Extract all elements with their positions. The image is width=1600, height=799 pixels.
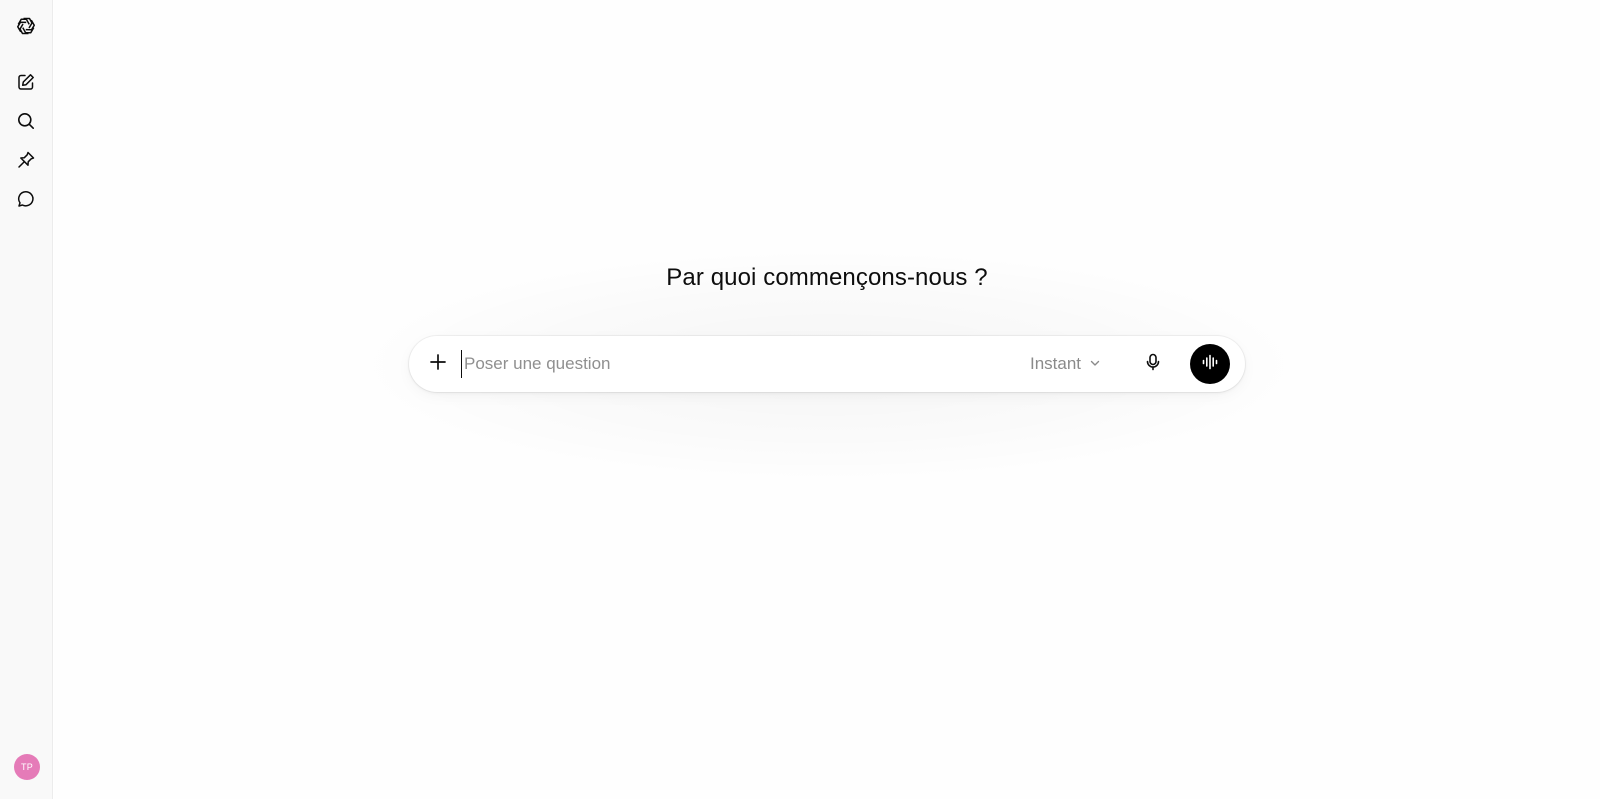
sidebar-item-search[interactable]	[8, 103, 44, 139]
voice-waveform-icon	[1200, 352, 1220, 377]
voice-mode-button[interactable]	[1190, 344, 1230, 384]
page-title: Par quoi commençons-nous ?	[666, 264, 988, 291]
sidebar-rail: TP	[0, 0, 53, 799]
search-icon	[16, 111, 36, 131]
attach-button[interactable]	[420, 346, 456, 382]
new-chat-icon	[16, 72, 36, 92]
main-content: Par quoi commençons-nous ? Instant	[54, 0, 1600, 799]
pin-icon	[16, 150, 36, 170]
composer: Instant	[409, 336, 1245, 392]
app-window: TP Par quoi commençons-nous ? Poser une …	[0, 0, 1600, 799]
avatar-initials: TP	[20, 762, 34, 772]
sidebar-item-chats[interactable]	[8, 181, 44, 217]
prompt-input[interactable]	[461, 350, 1024, 378]
model-selector-label: Instant	[1030, 354, 1082, 373]
microphone-icon	[1143, 352, 1163, 377]
model-selector[interactable]: Instant	[1030, 350, 1101, 378]
avatar[interactable]: TP	[14, 754, 40, 780]
sidebar-item-new-chat[interactable]	[8, 64, 44, 100]
openai-logo-icon[interactable]	[8, 8, 44, 44]
dictate-button[interactable]	[1135, 346, 1171, 382]
plus-icon	[428, 352, 448, 377]
sidebar-item-pins[interactable]	[8, 142, 44, 178]
chat-bubble-icon	[16, 189, 36, 209]
chevron-down-icon	[1089, 354, 1101, 374]
